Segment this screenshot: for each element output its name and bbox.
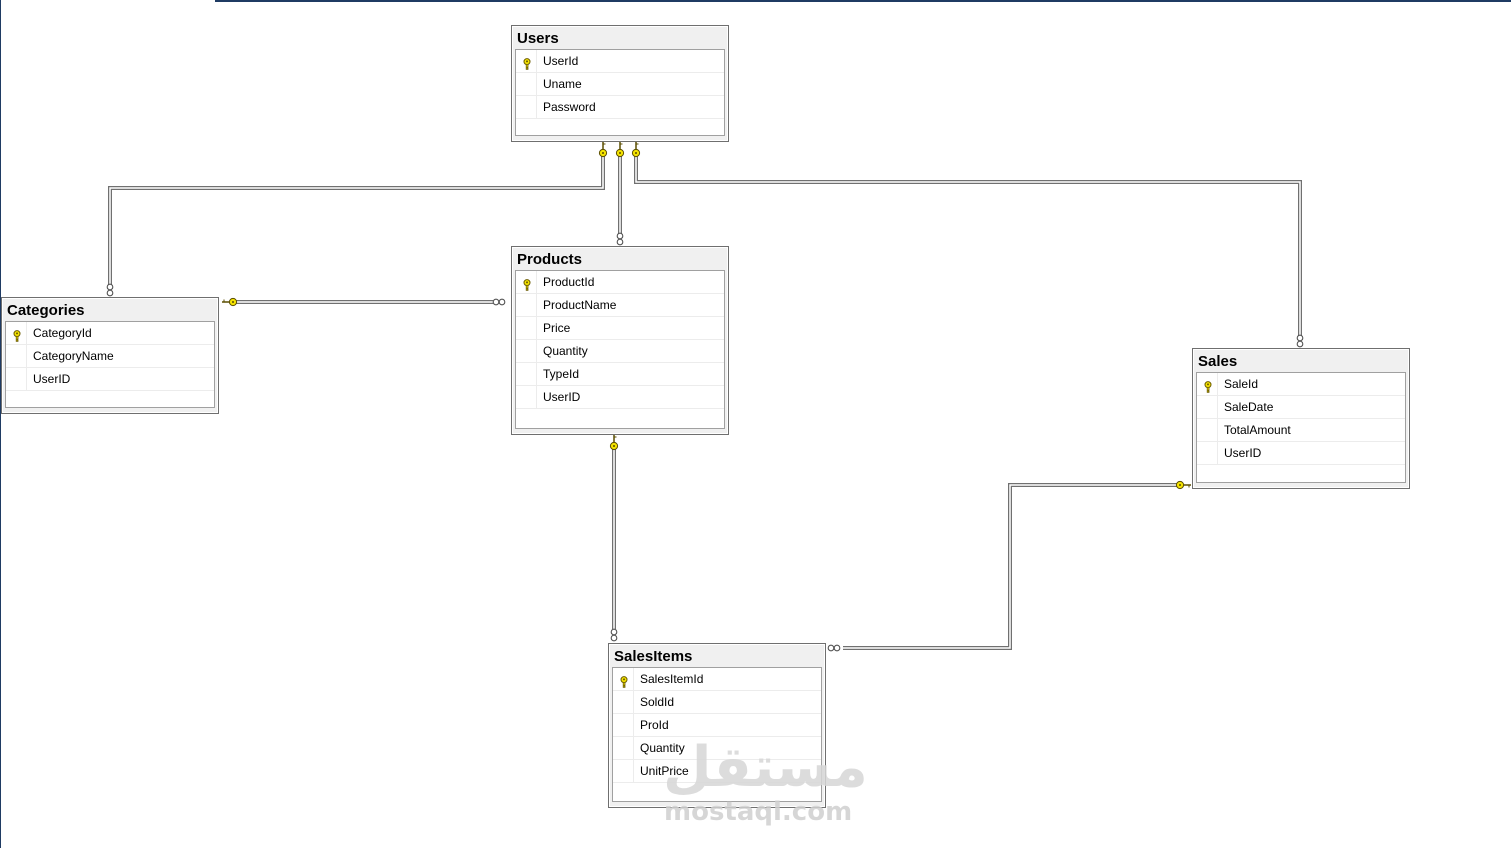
- table-title: Products: [517, 251, 583, 268]
- row-selector: [613, 714, 634, 736]
- table-users[interactable]: Users UserId Uname Password: [511, 25, 729, 142]
- column-row[interactable]: ProId: [613, 714, 821, 737]
- column-row[interactable]: SalesItemId: [613, 668, 821, 691]
- column-list: SaleId SaleDate TotalAmount UserID: [1196, 372, 1406, 483]
- row-selector: [516, 340, 537, 362]
- primary-key-icon: [522, 276, 532, 291]
- column-name: SalesItemId: [640, 672, 704, 686]
- column-list: UserId Uname Password: [515, 49, 725, 136]
- row-selector: [1197, 396, 1218, 418]
- column-name: TypeId: [543, 367, 580, 381]
- row-selector: [516, 294, 537, 316]
- relationship-line[interactable]: [843, 483, 1180, 650]
- column-name: UserID: [33, 372, 71, 386]
- row-selector: [613, 737, 634, 759]
- watermark-latin: mostaql.com: [664, 797, 853, 827]
- column-row[interactable]: TypeId: [516, 363, 724, 386]
- column-name: UserID: [543, 390, 581, 404]
- column-name: SoldId: [640, 695, 675, 709]
- column-row[interactable]: Password: [516, 96, 724, 119]
- diagram-canvas: Users UserId Uname Password Products Produ…: [0, 0, 1511, 848]
- row-selector: [516, 73, 537, 95]
- column-name: SaleDate: [1224, 400, 1274, 414]
- column-name: ProId: [640, 718, 669, 732]
- row-selector: [6, 345, 27, 367]
- row-selector: [516, 386, 537, 408]
- column-name: Quantity: [543, 344, 588, 358]
- column-row[interactable]: UserId: [516, 50, 724, 73]
- relationship-key-end-icon: [609, 435, 619, 451]
- column-row[interactable]: TotalAmount: [1197, 419, 1405, 442]
- primary-key-icon: [619, 673, 629, 688]
- column-name: ProductId: [543, 275, 595, 289]
- column-list: CategoryId CategoryName UserID: [5, 321, 215, 408]
- column-row[interactable]: ProductName: [516, 294, 724, 317]
- primary-key-icon: [1203, 378, 1213, 393]
- table-title: Users: [517, 30, 559, 47]
- row-selector: [6, 368, 27, 390]
- column-name: Password: [543, 100, 596, 114]
- table-title: Categories: [7, 302, 85, 319]
- column-name: Uname: [543, 77, 582, 91]
- column-list: ProductId ProductName Price Quantity TypeId U…: [515, 270, 725, 429]
- column-name: ProductName: [543, 298, 617, 312]
- column-row[interactable]: SaleId: [1197, 373, 1405, 396]
- column-row[interactable]: CategoryId: [6, 322, 214, 345]
- relationship-many-end-icon: [827, 644, 841, 652]
- table-title: SalesItems: [614, 648, 693, 665]
- relationship-many-end-icon: [616, 232, 624, 246]
- column-row[interactable]: Price: [516, 317, 724, 340]
- watermark-arabic: مستقل: [663, 735, 868, 800]
- column-row[interactable]: SaleDate: [1197, 396, 1405, 419]
- primary-key-icon: [12, 327, 22, 342]
- relationship-key-end-icon: [631, 142, 641, 158]
- relationship-key-end-icon: [615, 142, 625, 158]
- column-name: CategoryName: [33, 349, 114, 363]
- row-selector: [1197, 442, 1218, 464]
- row-selector: [516, 96, 537, 118]
- column-row[interactable]: UserID: [6, 368, 214, 391]
- column-row[interactable]: Quantity: [516, 340, 724, 363]
- column-row[interactable]: SoldId: [613, 691, 821, 714]
- relationship-many-end-icon: [106, 283, 114, 297]
- column-row[interactable]: CategoryName: [6, 345, 214, 368]
- table-title: Sales: [1198, 353, 1238, 370]
- primary-key-icon: [522, 55, 532, 70]
- column-name: TotalAmount: [1224, 423, 1291, 437]
- relationship-key-end-icon: [1175, 480, 1191, 490]
- row-selector: [516, 363, 537, 385]
- relationship-many-end-icon: [1296, 334, 1304, 348]
- row-selector: [613, 760, 634, 782]
- relationship-many-end-icon: [610, 628, 618, 642]
- column-name: UserID: [1224, 446, 1262, 460]
- relationship-many-end-icon: [492, 298, 506, 306]
- column-row[interactable]: Uname: [516, 73, 724, 96]
- table-products[interactable]: Products ProductId ProductName Price Quanti…: [511, 246, 729, 435]
- column-name: UserId: [543, 54, 579, 68]
- relationship-line[interactable]: [634, 153, 1302, 338]
- column-row[interactable]: ProductId: [516, 271, 724, 294]
- row-selector: [516, 317, 537, 339]
- relationship-key-end-icon: [222, 297, 238, 307]
- column-name: SaleId: [1224, 377, 1259, 391]
- column-row[interactable]: UserID: [1197, 442, 1405, 465]
- column-name: Price: [543, 321, 571, 335]
- row-selector: [613, 691, 634, 713]
- column-name: CategoryId: [33, 326, 92, 340]
- table-sales[interactable]: Sales SaleId SaleDate TotalAmount UserID: [1192, 348, 1410, 489]
- relationship-key-end-icon: [598, 142, 608, 158]
- table-categories[interactable]: Categories CategoryId CategoryName UserID: [1, 297, 219, 414]
- row-selector: [1197, 419, 1218, 441]
- column-row[interactable]: UserID: [516, 386, 724, 409]
